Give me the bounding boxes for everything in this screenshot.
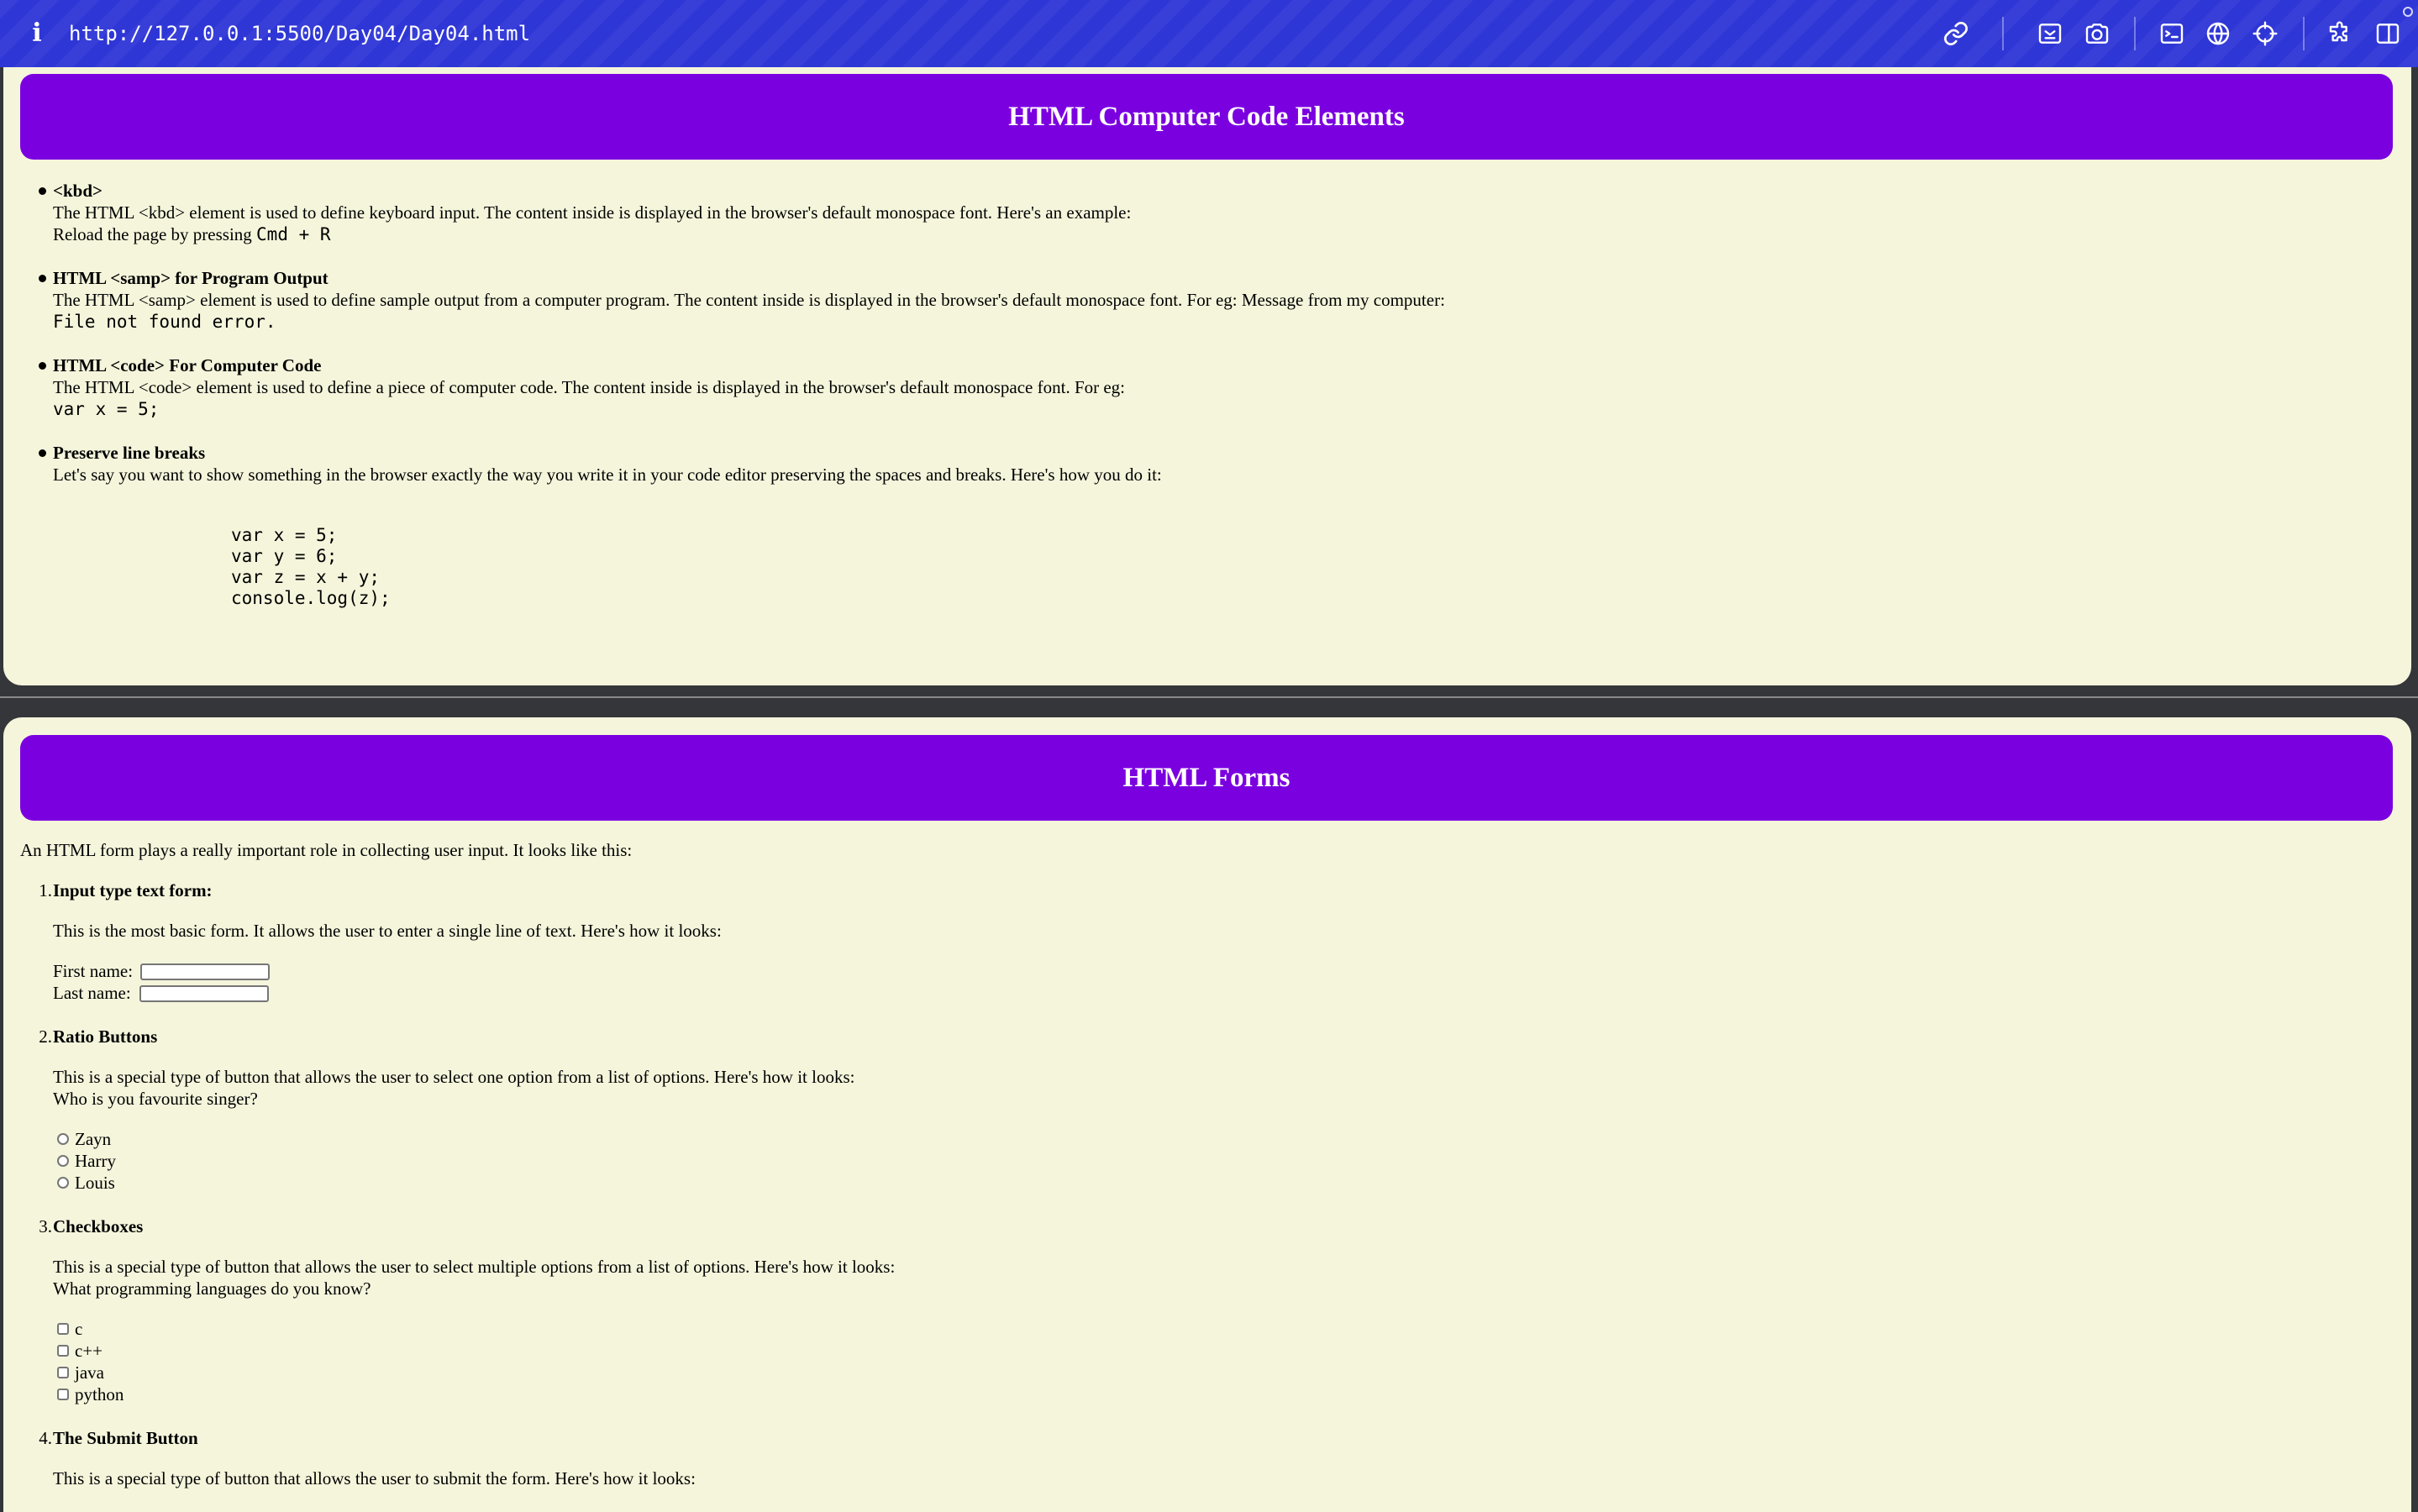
crosshair-icon[interactable] [2248,17,2282,50]
radio-label: Zayn [75,1129,112,1149]
item-description: This is the most basic form. It allows t… [53,921,722,941]
browser-toolbar: i http://127.0.0.1:5500/Day04/Day04.html [0,0,2418,67]
toolbar-separator [2002,17,2004,50]
list-bullet [39,187,46,195]
last-name-label: Last name: [53,983,131,1003]
list-number: 2. [39,1026,52,1047]
list-bullet [39,275,46,282]
first-name-label: First name: [53,961,134,981]
section-heading: HTML Forms [20,735,2393,821]
list-number: 3. [39,1216,52,1236]
link-icon[interactable] [1939,17,1973,50]
checkbox-label: java [75,1362,104,1383]
list-number: 4. [39,1428,52,1448]
checkbox-label: python [75,1384,124,1404]
kbd-example-code: Cmd + R [256,224,331,244]
item-description: The HTML <kbd> element is used to define… [53,202,1132,223]
item-title: Checkboxes [53,1216,144,1236]
radio-zayn[interactable] [57,1133,69,1145]
address-bar-url[interactable]: http://127.0.0.1:5500/Day04/Day04.html [69,18,530,49]
globe-icon[interactable] [2201,17,2235,50]
toolbar-separator [2134,17,2136,50]
first-name-input[interactable] [140,963,270,980]
checkbox-question: What programming languages do you know? [53,1278,371,1299]
checkbox-label: c [75,1319,83,1339]
item-title: Ratio Buttons [53,1026,158,1047]
pre-line: var z = x + y; [231,567,381,587]
pre-line: var y = 6; [231,546,338,566]
item-description: The HTML <samp> element is used to defin… [53,290,1445,310]
item-description: The HTML <code> element is used to defin… [53,377,1126,397]
forms-intro: An HTML form plays a really important ro… [20,840,633,860]
page-section-code-elements: HTML Computer Code Elements <kbd> The HT… [3,67,2411,685]
item-title: <kbd> [53,181,103,201]
checkbox-python[interactable] [57,1389,69,1400]
item-title: HTML <code> For Computer Code [53,355,322,375]
toolbar-separator [2303,17,2305,50]
radio-label: Louis [75,1173,115,1193]
pre-line: console.log(z); [231,588,391,608]
checkbox-c[interactable] [57,1323,69,1335]
item-title: HTML <samp> for Program Output [53,268,329,288]
code-example-code: var x = 5; [53,399,160,419]
kbd-example-prefix: Reload the page by pressing [53,224,257,244]
sidebar-toggle-icon[interactable] [2371,17,2405,50]
item-title: The Submit Button [53,1428,198,1448]
checkbox-java[interactable] [57,1367,69,1378]
radio-harry[interactable] [57,1155,69,1167]
item-description: This is a special type of button that al… [53,1257,896,1277]
item-description: This is a special type of button that al… [53,1468,696,1488]
item-description: This is a special type of button that al… [53,1067,855,1087]
last-name-input[interactable] [139,985,269,1002]
section-heading: HTML Computer Code Elements [20,74,2393,160]
radio-louis[interactable] [57,1177,69,1189]
page-section-forms: HTML Forms An HTML form plays a really i… [3,717,2411,1512]
item-description: Let's say you want to show something in … [53,465,1162,485]
camera-icon[interactable] [2080,17,2114,50]
list-bullet [39,449,46,457]
radio-label: Harry [75,1151,116,1171]
info-icon[interactable]: i [29,18,45,49]
screenshot-area-icon[interactable] [2033,17,2067,50]
notification-dot-icon [2403,7,2413,17]
frame-divider [0,696,2418,698]
checkbox-cpp[interactable] [57,1345,69,1357]
checkbox-label: c++ [75,1341,103,1361]
list-bullet [39,362,46,370]
item-title: Preserve line breaks [53,443,206,463]
pre-line: var x = 5; [231,525,338,545]
item-title: Input type text form: [53,880,213,900]
kbd-example-line: Reload the page by pressing Cmd + R [53,223,331,245]
extensions-icon[interactable] [2324,17,2358,50]
samp-example-code: File not found error. [53,312,276,332]
terminal-icon[interactable] [2155,17,2189,50]
list-number: 1. [39,880,52,900]
radio-question: Who is you favourite singer? [53,1089,258,1109]
